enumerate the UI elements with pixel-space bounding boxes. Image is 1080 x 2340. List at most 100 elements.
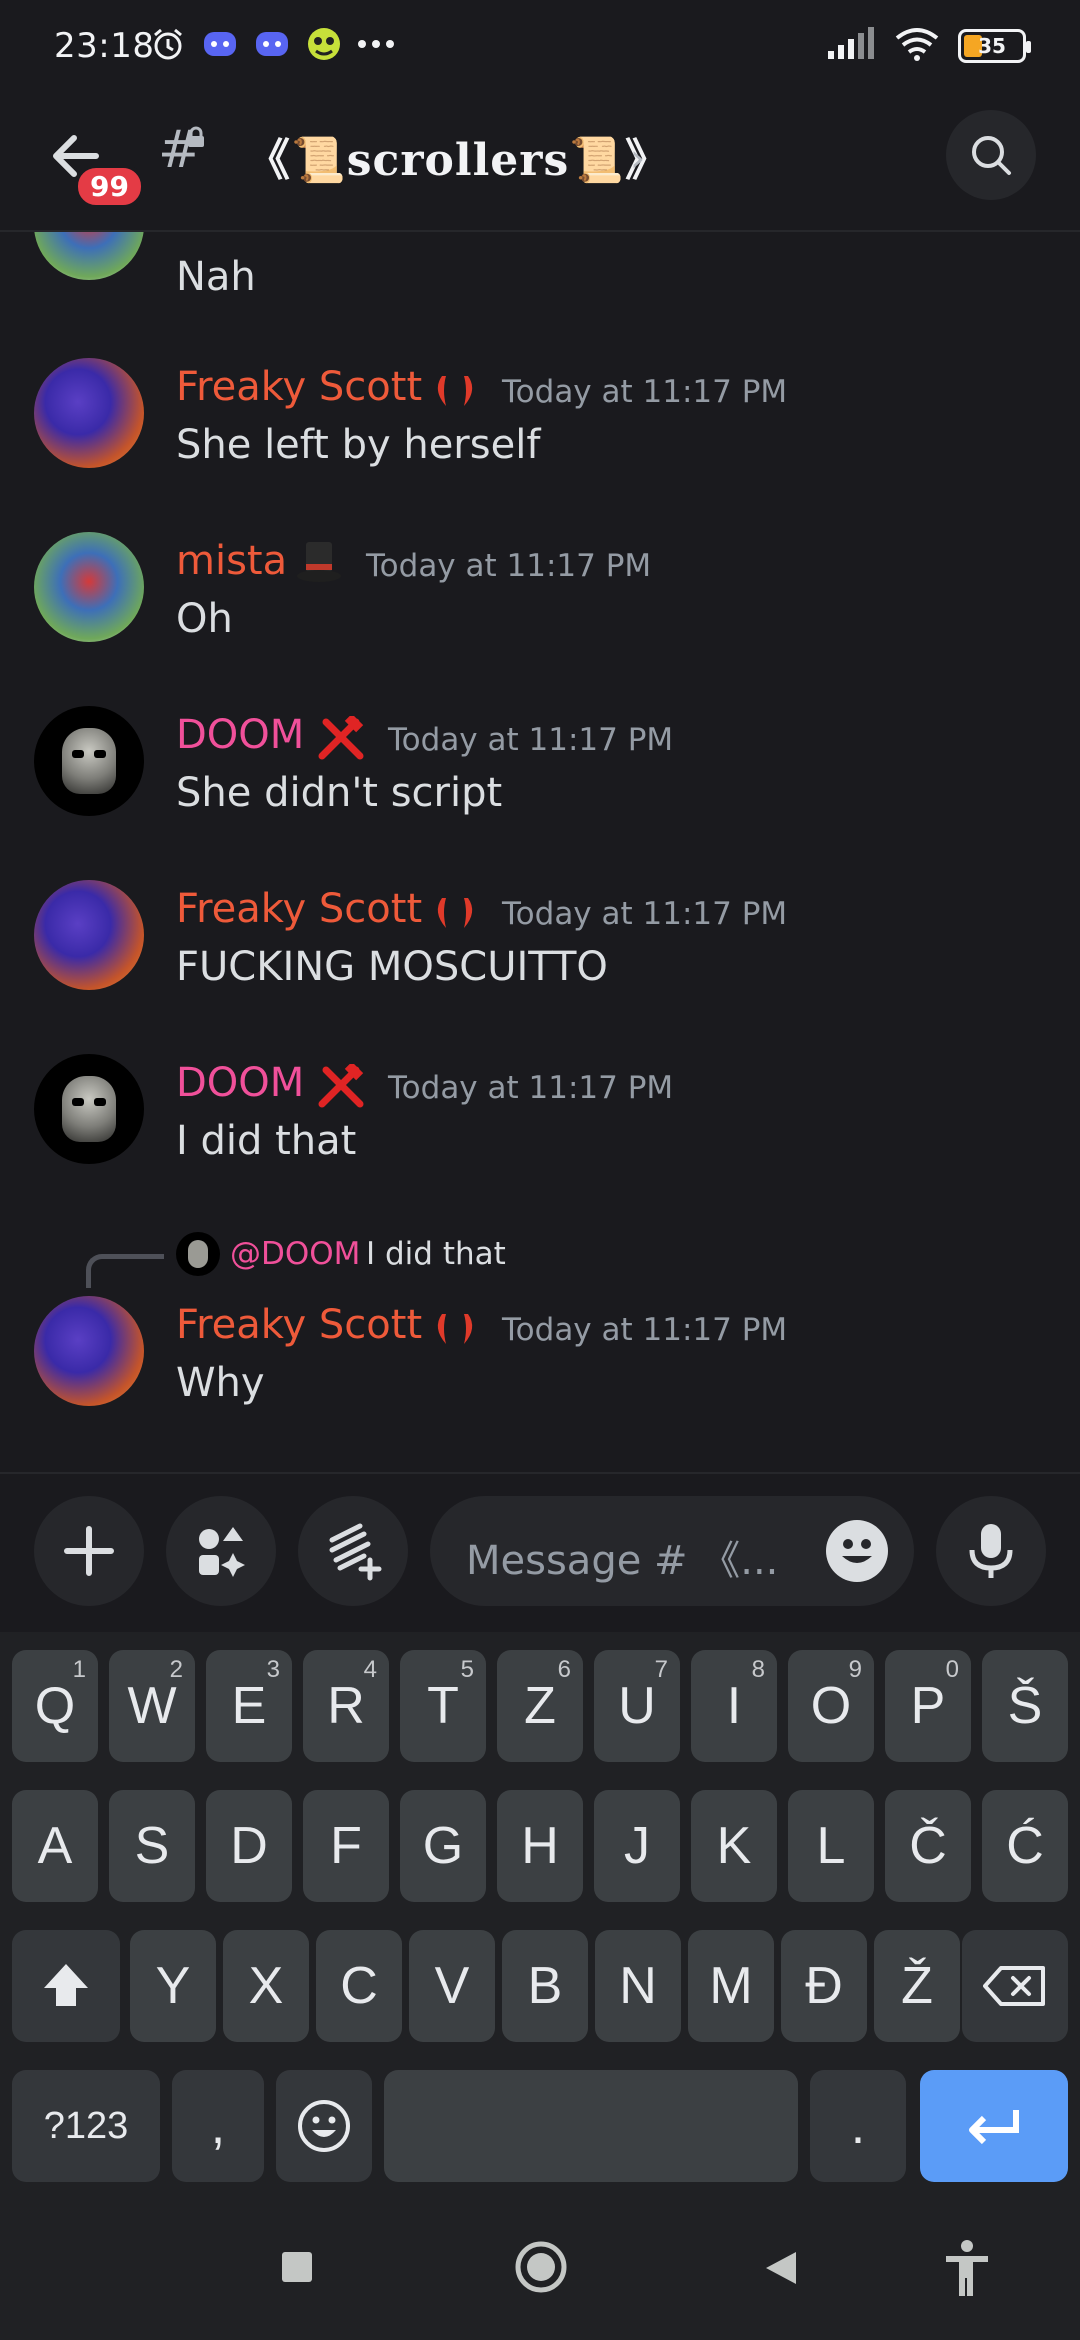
emoji-picker-icon[interactable] xyxy=(826,1520,888,1582)
message-list[interactable]: Nah Freaky Scott Today at 11:17 PM She l… xyxy=(0,232,1080,1472)
search-button[interactable] xyxy=(946,110,1036,200)
channel-header: 99 # 《📜scrollers📜》 › xyxy=(0,96,1080,232)
voice-message-button[interactable] xyxy=(936,1496,1046,1606)
key-q[interactable]: Q1 xyxy=(12,1650,98,1762)
author-name[interactable]: Freaky Scott xyxy=(176,1302,422,1348)
key-p[interactable]: P0 xyxy=(885,1650,971,1762)
sticker-add-icon xyxy=(329,1523,382,1581)
key-a[interactable]: A xyxy=(12,1790,98,1902)
author-name[interactable]: mista xyxy=(176,538,287,584)
accessibility-icon xyxy=(946,2240,988,2296)
key-d[interactable]: D xyxy=(206,1790,292,1902)
key-o[interactable]: O9 xyxy=(788,1650,874,1762)
key-c[interactable]: C xyxy=(316,1930,402,2042)
key-s[interactable]: S xyxy=(109,1790,195,1902)
key-i[interactable]: I8 xyxy=(691,1650,777,1762)
key-g[interactable]: G xyxy=(400,1790,486,1902)
emoji-smiley-icon xyxy=(298,2100,350,2152)
avatar[interactable] xyxy=(34,706,144,816)
message-placeholder: Message # 《... xyxy=(466,1538,779,1584)
key-r[interactable]: R4 xyxy=(303,1650,389,1762)
avatar[interactable] xyxy=(34,532,144,642)
key-v[interactable]: V xyxy=(409,1930,495,2042)
devil-horns-icon xyxy=(437,1314,473,1344)
key-n[interactable]: N xyxy=(595,1930,681,2042)
backspace-key[interactable] xyxy=(962,1930,1068,2042)
shift-key[interactable] xyxy=(12,1930,120,2042)
timestamp: Today at 11:17 PM xyxy=(388,722,674,758)
key-b[interactable]: B xyxy=(502,1930,588,2042)
enter-key[interactable] xyxy=(920,2070,1068,2182)
key-k[interactable]: K xyxy=(691,1790,777,1902)
timestamp: Today at 11:17 PM xyxy=(502,374,788,410)
message-text: I did that xyxy=(176,1118,357,1164)
signal-icon xyxy=(826,27,876,65)
key-z-caron[interactable]: Ž xyxy=(874,1930,960,2042)
space-key[interactable] xyxy=(384,2070,798,2182)
status-bar: 23:18 35 xyxy=(0,0,1080,96)
author-name[interactable]: Freaky Scott xyxy=(176,886,422,932)
avatar[interactable] xyxy=(34,232,144,280)
key-z[interactable]: Z6 xyxy=(497,1650,583,1762)
keyboard: Q1 W2 E3 R4 T5 Z6 U7 I8 O9 P0 Š A S D F … xyxy=(0,1632,1080,2202)
key-f[interactable]: F xyxy=(303,1790,389,1902)
enter-arrow-icon xyxy=(969,2110,1019,2145)
search-icon xyxy=(972,136,1011,175)
add-attachment-button[interactable] xyxy=(34,1496,144,1606)
comma-key[interactable]: , xyxy=(172,2070,264,2182)
message-text: She left by herself xyxy=(176,422,541,468)
key-d-stroke[interactable]: Đ xyxy=(781,1930,867,2042)
message-text: Nah xyxy=(176,254,256,300)
accessibility-button[interactable] xyxy=(942,2238,992,2302)
home-button[interactable] xyxy=(514,2240,568,2298)
key-l[interactable]: L xyxy=(788,1790,874,1902)
key-j[interactable]: J xyxy=(594,1790,680,1902)
key-e[interactable]: E3 xyxy=(206,1650,292,1762)
key-c-caron[interactable]: Č xyxy=(885,1790,971,1902)
timestamp: Today at 11:17 PM xyxy=(502,1312,788,1348)
message-text: Why xyxy=(176,1360,265,1406)
key-h[interactable]: H xyxy=(497,1790,583,1902)
timestamp: Today at 11:17 PM xyxy=(502,896,788,932)
composer-bar: Message # 《... xyxy=(0,1472,1080,1632)
avatar[interactable] xyxy=(34,1296,144,1406)
key-m[interactable]: M xyxy=(688,1930,774,2042)
message-text: She didn't script xyxy=(176,770,503,816)
key-w[interactable]: W2 xyxy=(109,1650,195,1762)
key-s-caron[interactable]: Š xyxy=(982,1650,1068,1762)
period-key[interactable]: . xyxy=(810,2070,906,2182)
avatar[interactable] xyxy=(34,880,144,990)
top-hat-icon xyxy=(297,542,341,582)
reply-avatar[interactable] xyxy=(176,1232,220,1276)
key-c-acute[interactable]: Ć xyxy=(982,1790,1068,1902)
shift-arrow-icon xyxy=(44,1964,88,2006)
avatar[interactable] xyxy=(34,358,144,468)
message-input[interactable]: Message # 《... xyxy=(430,1496,914,1606)
reply-connector xyxy=(86,1254,164,1288)
avatar[interactable] xyxy=(34,1054,144,1164)
square-icon xyxy=(282,2252,312,2282)
devil-horns-icon xyxy=(437,898,473,928)
author-name[interactable]: Freaky Scott xyxy=(176,364,422,410)
reply-preview-text[interactable]: I did that xyxy=(366,1236,506,1272)
apps-button[interactable] xyxy=(166,1496,276,1606)
chevron-right-icon[interactable]: › xyxy=(630,136,645,180)
author-name[interactable]: DOOM xyxy=(176,712,304,758)
key-u[interactable]: U7 xyxy=(594,1650,680,1762)
key-y[interactable]: Y xyxy=(130,1930,216,2042)
plus-icon xyxy=(64,1526,114,1576)
symbols-key[interactable]: ?123 xyxy=(12,2070,160,2182)
channel-title[interactable]: 《📜scrollers📜》 xyxy=(246,124,670,188)
recents-button[interactable] xyxy=(280,2250,314,2288)
reply-mention[interactable]: @DOOM xyxy=(230,1236,360,1272)
status-right: 35 xyxy=(826,26,1031,66)
discord-icon xyxy=(252,24,292,64)
emoji-key[interactable] xyxy=(276,2070,372,2182)
key-x[interactable]: X xyxy=(223,1930,309,2042)
timestamp: Today at 11:17 PM xyxy=(388,1070,674,1106)
back-nav-button[interactable] xyxy=(762,2248,800,2292)
author-name[interactable]: DOOM xyxy=(176,1060,304,1106)
discord-icon xyxy=(200,24,240,64)
key-t[interactable]: T5 xyxy=(400,1650,486,1762)
gift-nitro-button[interactable] xyxy=(298,1496,408,1606)
